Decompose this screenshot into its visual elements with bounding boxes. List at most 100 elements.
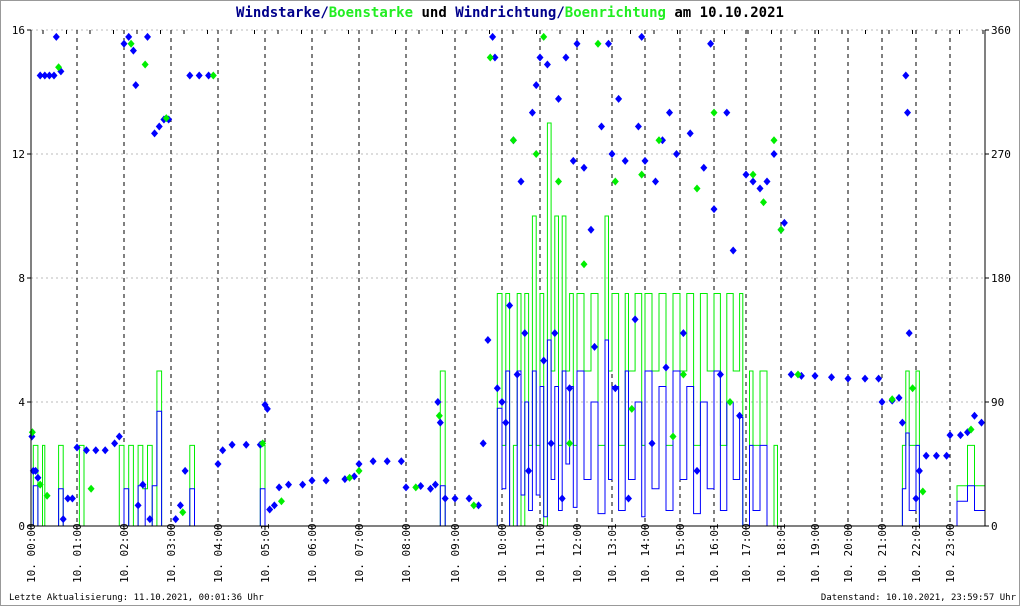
x-tick-label: 10. 19:00 [809,523,822,583]
windrichtung-point [631,315,639,324]
windrichtung-point [151,129,159,138]
windrichtung-point [608,150,616,158]
windrichtung-point [479,439,487,448]
windrichtung-point [92,446,100,455]
windrichtung-point [228,440,236,449]
windrichtung-point [555,94,562,103]
x-tick-label: 10. 16:01 [708,523,721,583]
windrichtung-point [111,439,119,448]
windrichtung-point [517,177,525,186]
y-right-tick-label: 270 [991,148,1011,161]
x-tick-label: 10. 04:00 [212,523,225,583]
x-tick-label: 10. 17:00 [740,523,753,583]
windrichtung-point [652,177,659,186]
x-tick-label: 10. 01:00 [71,523,84,583]
windrichtung-point [155,122,163,131]
windrichtung-point [922,451,930,460]
windrichtung-point [551,329,559,338]
windrichtung-point [52,32,60,41]
windrichtung-point [562,53,570,62]
windrichtung-point [125,32,133,41]
windrichtung-point [598,122,605,131]
windrichtung-point [605,39,612,48]
windrichtung-point [59,515,67,524]
windrichtung-point [195,71,203,80]
y-right-tick-label: 90 [991,396,1004,409]
windrichtung-point [436,418,444,427]
windrichtung-point [957,431,964,440]
windrichtung-point [566,384,574,393]
boenrichtung-point [693,184,701,193]
boenrichtung-point [470,501,478,510]
boenrichtung-point [141,60,149,69]
boenrichtung-point [540,32,548,41]
boenrichtung-point [749,170,757,179]
windrichtung-point [573,39,581,48]
windrichtung-point [679,329,687,338]
windrichtung-point [693,466,701,475]
windrichtung-point [214,460,222,468]
windrichtung-point [686,129,694,138]
windrichtung-point [129,46,137,55]
windrichtung-point [902,71,910,80]
windrichtung-point [915,466,923,475]
boenrichtung-point [594,39,602,48]
windrichtung-point [427,484,434,493]
windrichtung-point [943,451,951,460]
windrichtung-point [536,53,544,62]
windrichtung-point [540,356,548,365]
boenrichtung-point [888,395,896,404]
windrichtung-point [844,374,852,383]
boenrichtung-point [710,108,718,117]
windrichtung-point [905,329,913,338]
windrichtung-point [946,431,954,440]
windrichtung-point [587,225,595,234]
windrichtung-point [648,439,656,448]
boenstarke-line [31,122,986,527]
windrichtung-point [50,71,58,80]
x-tick-label: 10. 05:01 [259,523,272,583]
windrichtung-point [502,418,510,427]
windrichtung-point [591,342,598,351]
boenrichtung-point [909,384,917,393]
windrichtung-point [441,494,449,503]
windrichtung-point [68,494,76,503]
x-tick-label: 10. 20:00 [842,523,855,583]
windrichtung-point [285,480,292,489]
boenrichtung-point [777,225,785,234]
windrichtung-point [299,480,307,489]
boenrichtung-point [770,136,778,145]
x-tick-label: 10. 08:00 [400,523,413,583]
y-left-tick-label: 12 [12,148,25,161]
x-tick-label: 10. 14:00 [639,523,652,583]
speed-lines [31,122,986,527]
windrichtung-point [700,163,708,172]
boenrichtung-point [679,370,687,379]
boenrichtung-point [611,177,619,186]
windrichtung-point [513,370,521,379]
windrichtung-point [172,515,180,524]
boenrichtung-point [760,198,767,207]
boenrichtung-point [638,170,646,179]
windrichtung-point [756,184,764,193]
last-update-text: Letzte Aktualisierung: 11.10.2021, 00:01… [9,593,264,603]
boenrichtung-point [509,136,517,145]
boenrichtung-point [87,484,95,493]
windrichtung-point [219,446,227,455]
boenrichtung-point [628,404,636,413]
windrichtung-point [707,39,715,48]
windrichtung-point [723,108,731,117]
windstarke-line [31,339,986,527]
windrichtung-point [521,329,529,338]
windrichtung-point [580,163,588,172]
windrichtung-point [763,177,771,186]
windrichtung-point [383,457,391,466]
boenrichtung-point [486,53,494,62]
windrichtung-point [611,384,619,393]
windrichtung-point [749,177,757,186]
windrichtung-point [275,483,283,492]
windrichtung-point [369,457,377,466]
boenrichtung-point [919,487,927,496]
boenrichtung-point [209,71,217,80]
windrichtung-point [417,482,425,491]
